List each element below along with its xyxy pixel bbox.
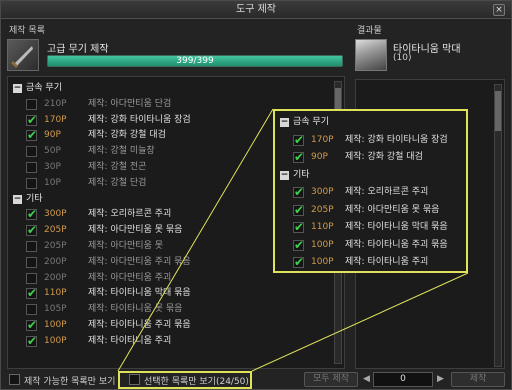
craftable-only-label: 제작 가능한 목록만 보기	[24, 377, 116, 387]
crafting-window: 도구 제작 × 제작 목록 결과물 고급 무기 제작 399/399 타이타니움…	[0, 0, 512, 390]
recipe-row[interactable]: 170P 제작: 강화 타이타니움 장검	[275, 133, 465, 148]
recipe-name: 제작: 오리하르콘 주괴	[345, 187, 429, 197]
recipe-row[interactable]: 100P 제작: 타이타니움 주괴 묶음	[275, 238, 465, 253]
category-label: 기타	[293, 169, 310, 180]
highlight-box	[118, 371, 252, 389]
recipe-name: 제작: 타이타니움 막대 묶음	[345, 222, 448, 232]
recipe-name: 제작: 아다만티움 못 묶음	[345, 204, 440, 215]
recipe-points: 205P	[311, 204, 334, 215]
recipe-points: 300P	[311, 187, 334, 197]
recipe-row[interactable]: 90P 제작: 강화 강철 대검	[275, 150, 465, 165]
recipe-checkbox[interactable]	[293, 220, 304, 235]
craft-all-button[interactable]: 모두 제작	[304, 372, 358, 387]
recipe-name: 제작: 강화 타이타니움 장검	[345, 134, 448, 145]
craft-button[interactable]: 제작	[451, 372, 505, 387]
footer-bar: 제작 가능한 목록만 보기 선택한 목록만 보기(24/50) 모두 제작 ◀ …	[1, 371, 511, 389]
collapse-icon[interactable]: −	[280, 170, 289, 180]
recipe-checkbox[interactable]	[293, 238, 304, 253]
increase-icon[interactable]: ▶	[437, 374, 444, 384]
recipe-checkbox[interactable]	[293, 255, 304, 270]
recipe-points: 100P	[311, 239, 334, 250]
recipe-row[interactable]: 205P 제작: 아다만티움 못 묶음	[275, 203, 465, 218]
recipe-checkbox[interactable]	[293, 203, 304, 218]
recipe-row[interactable]: 100P 제작: 타이타니움 주괴	[275, 255, 465, 270]
decrease-icon[interactable]: ◀	[363, 374, 370, 384]
category-row[interactable]: − 기타	[275, 168, 465, 183]
recipe-points: 170P	[311, 134, 334, 145]
recipe-name: 제작: 타이타니움 주괴 묶음	[345, 239, 448, 250]
category-label: 금속 무기	[293, 117, 329, 127]
recipe-checkbox[interactable]	[293, 133, 304, 148]
recipe-checkbox[interactable]	[293, 185, 304, 200]
collapse-icon[interactable]: −	[280, 118, 289, 127]
recipe-name: 제작: 타이타니움 주괴	[345, 257, 429, 267]
recipe-points: 90P	[311, 152, 328, 162]
quantity-input[interactable]: 0	[373, 372, 433, 387]
recipe-row[interactable]: 110P 제작: 타이타니움 막대 묶음	[275, 220, 465, 235]
category-row[interactable]: − 금속 무기	[275, 115, 465, 130]
recipe-points: 100P	[311, 257, 334, 267]
craftable-only-checkbox[interactable]	[9, 374, 20, 385]
recipe-row[interactable]: 300P 제작: 오리하르콘 주괴	[275, 185, 465, 200]
zoom-callout: −금속 무기170P제작: 강화 타이타니움 장검90P제작: 강화 강철 대검…	[273, 109, 468, 273]
recipe-points: 110P	[311, 222, 334, 232]
recipe-checkbox[interactable]	[293, 150, 304, 165]
recipe-name: 제작: 강화 강철 대검	[345, 152, 423, 162]
